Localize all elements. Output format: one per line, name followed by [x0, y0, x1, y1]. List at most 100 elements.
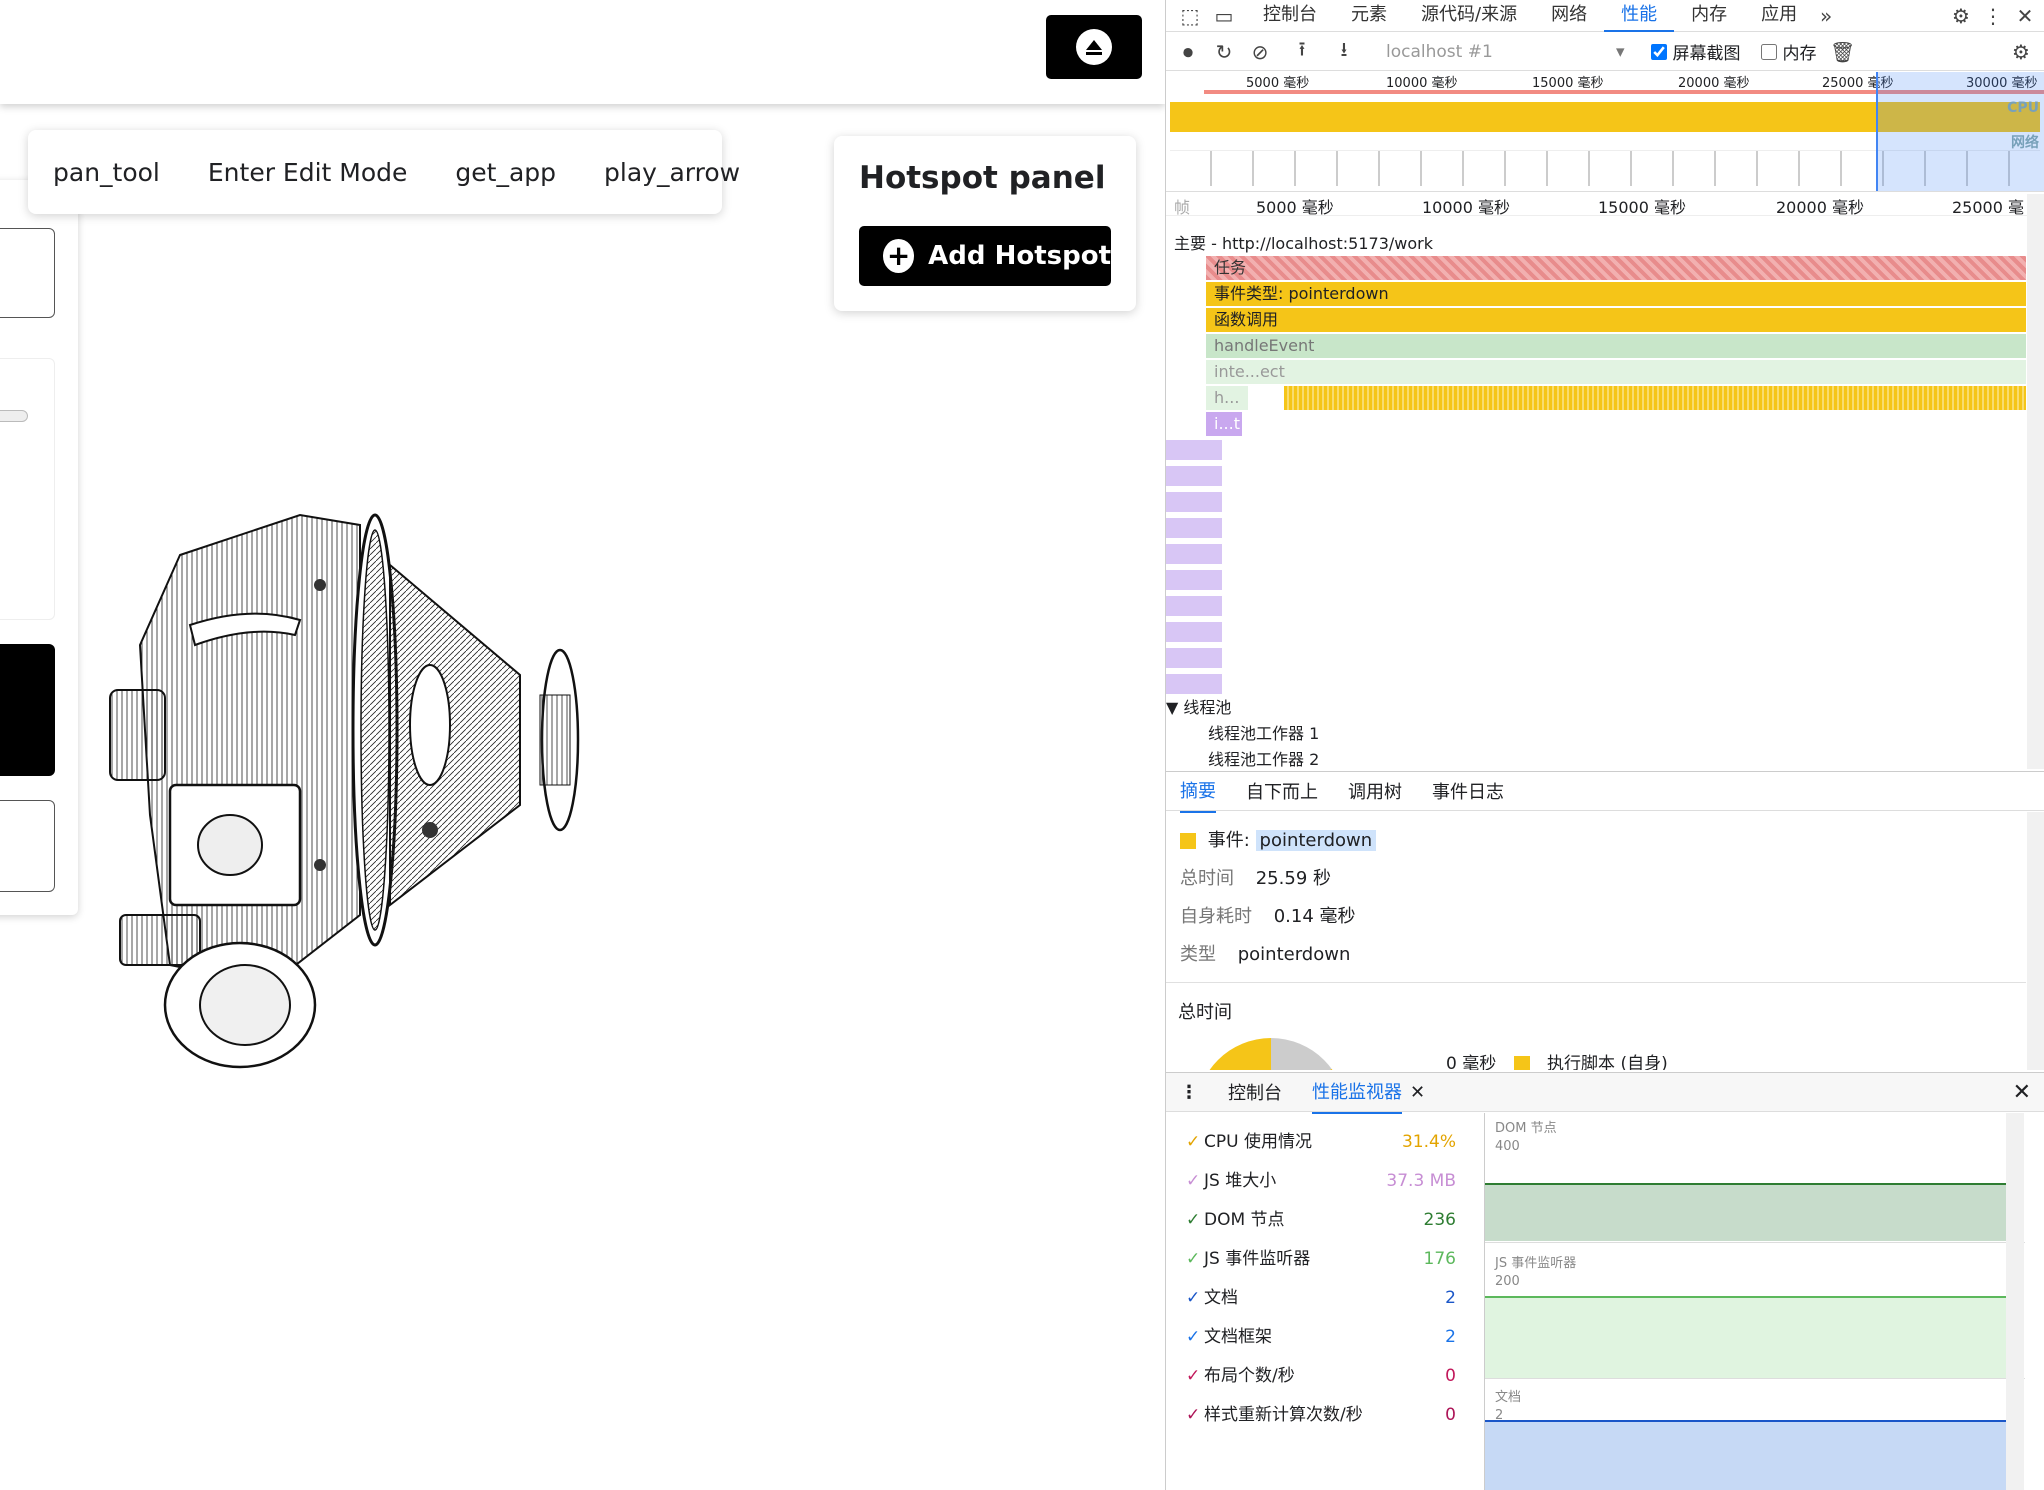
clear-icon[interactable]: ⊘ — [1248, 40, 1272, 64]
target-select[interactable]: localhost #1 — [1386, 42, 1616, 62]
pan-tool-button[interactable]: pan_tool — [53, 158, 160, 187]
h-bar[interactable]: h... — [1206, 386, 1248, 410]
chevron-down-icon[interactable]: ▾ — [1616, 42, 1625, 62]
documents-graph: 文档 2 1 — [1485, 1380, 2025, 1490]
tab-network[interactable]: 网络 — [1534, 0, 1604, 32]
flame-chart[interactable]: 帧 5000 毫秒 10000 毫秒 15000 毫秒 20000 毫秒 250… — [1166, 194, 2044, 769]
metric-dom-nodes[interactable]: ✓ DOM 节点 236 — [1186, 1205, 1456, 1235]
tab-elements[interactable]: 元素 — [1334, 0, 1404, 32]
overview-tick: 5000 毫秒 — [1246, 76, 1310, 91]
function-call-bar[interactable]: 函数调用 — [1206, 308, 2026, 332]
pie-chart — [1196, 1038, 1346, 1070]
divider — [1166, 982, 2026, 983]
panel-outline-button[interactable] — [0, 800, 55, 892]
screenshot-label: 屏幕截图 — [1672, 44, 1741, 64]
event-bar[interactable]: 事件类型: pointerdown — [1206, 282, 2026, 306]
record-icon[interactable]: ⏺ — [1176, 40, 1200, 64]
screenshot-checkbox[interactable] — [1650, 43, 1667, 60]
handle-event-bar[interactable]: handleEvent — [1206, 334, 2026, 358]
js-listeners-graph: JS 事件监听器 200 100 — [1485, 1244, 2025, 1379]
task-bar[interactable]: 任务 — [1206, 256, 2026, 280]
tab-application[interactable]: 应用 — [1744, 0, 1814, 32]
metric-documents[interactable]: ✓ 文档 2 — [1186, 1283, 1456, 1313]
timeline-tick: 15000 毫秒 — [1598, 198, 1686, 217]
settings-icon[interactable]: ⚙ — [1949, 4, 1973, 28]
panel-slider[interactable] — [0, 410, 28, 422]
metric-layouts[interactable]: ✓ 布局个数/秒 0 — [1186, 1361, 1456, 1391]
event-value: pointerdown — [1255, 830, 1377, 851]
threadpool-label[interactable]: ▼ 线程池 — [1166, 694, 1231, 718]
main-thread-label[interactable]: 主要 - http://localhost:5173/work — [1174, 230, 1433, 254]
metric-js-listeners[interactable]: ✓ JS 事件监听器 176 — [1186, 1244, 1456, 1274]
drawer-tab-console[interactable]: 控制台 — [1228, 1079, 1282, 1105]
tab-console[interactable]: 控制台 — [1246, 0, 1334, 32]
timeline-tick: 25000 毫 — [1952, 198, 2024, 217]
intersect-bar[interactable]: inte...ect — [1206, 360, 2026, 384]
edit-mode-button[interactable]: Enter Edit Mode — [208, 158, 408, 187]
hotspot-panel-title: Hotspot panel — [859, 160, 1106, 196]
metric-style-recalcs[interactable]: ✓ 样式重新计算次数/秒 0 — [1186, 1400, 1456, 1430]
timeline-overview[interactable]: 5000 毫秒 10000 毫秒 15000 毫秒 20000 毫秒 25000… — [1166, 72, 2044, 192]
performance-toolbar: ⏺ ↻ ⊘ ⭱ ⭳ localhost #1 ▾ 屏幕截图 内存 🗑 ⚙ — [1166, 33, 2044, 71]
i-t-bar[interactable]: i...t — [1206, 412, 1242, 436]
timeline-tick: 5000 毫秒 — [1256, 198, 1334, 217]
upload-icon[interactable]: ⭱ — [1290, 37, 1314, 64]
panel-box[interactable] — [0, 228, 55, 318]
devtools-panel: ⬚ ▭ 控制台 元素 源代码/来源 网络 性能 内存 应用 » ⚙ ⋮ ✕ ⏺ … — [1165, 0, 2044, 1490]
summary-scrollbar[interactable] — [2027, 812, 2044, 1070]
memory-checkbox[interactable] — [1760, 43, 1777, 60]
download-icon[interactable]: ⭳ — [1332, 37, 1356, 64]
metric-frames[interactable]: ✓ 文档框架 2 — [1186, 1322, 1456, 1352]
tab-summary[interactable]: 摘要 — [1180, 769, 1216, 813]
timeline-tick: 10000 毫秒 — [1422, 198, 1510, 217]
script-activity-bars[interactable] — [1284, 386, 2026, 410]
download-button[interactable]: get_app — [455, 158, 556, 187]
add-hotspot-label: Add Hotspot — [928, 241, 1111, 271]
monitor-graphs: DOM 节点 400 200 JS 事件监听器 200 100 文档 2 1 — [1484, 1113, 2025, 1490]
more-tabs-icon[interactable]: » — [1814, 4, 1838, 28]
app-header — [0, 0, 1165, 104]
total-time-heading: 总时间 — [1178, 1002, 1232, 1023]
header-action-button[interactable] — [1046, 15, 1142, 79]
tab-sources[interactable]: 源代码/来源 — [1404, 0, 1534, 32]
devtools-tabbar: ⬚ ▭ 控制台 元素 源代码/来源 网络 性能 内存 应用 » ⚙ ⋮ ✕ — [1166, 0, 2044, 32]
overview-tick: 15000 毫秒 — [1532, 76, 1604, 91]
metric-js-heap[interactable]: ✓ JS 堆大小 37.3 MB — [1186, 1166, 1456, 1196]
more-menu-icon[interactable]: ⋮ — [1981, 4, 2005, 28]
monitor-scrollbar[interactable] — [2006, 1113, 2024, 1490]
pie-legend-row: 0 毫秒 执行脚本 (自身) — [1446, 1054, 1668, 1070]
tab-call-tree[interactable]: 调用树 — [1348, 778, 1402, 804]
close-icon[interactable]: ✕ — [2013, 4, 2037, 28]
metric-cpu[interactable]: ✓ CPU 使用情况 31.4% — [1186, 1127, 1456, 1157]
drawer-menu-icon[interactable]: ⋮ — [1180, 1082, 1198, 1103]
overview-tick: 20000 毫秒 — [1678, 76, 1750, 91]
close-tab-icon[interactable]: ✕ — [1410, 1082, 1425, 1103]
trash-icon[interactable]: 🗑 — [1830, 40, 1855, 64]
inspect-icon[interactable]: ⬚ — [1178, 4, 1202, 28]
selection-window[interactable] — [1876, 72, 2044, 191]
play-button[interactable]: play_arrow — [604, 158, 740, 187]
tab-event-log[interactable]: 事件日志 — [1432, 778, 1504, 804]
type-row: 类型 pointerdown — [1180, 944, 1351, 965]
3d-gearbox-model[interactable] — [100, 495, 600, 1075]
threadpool-worker-1[interactable]: 线程池工作器 1 — [1208, 720, 1319, 744]
dom-nodes-graph: DOM 节点 400 200 — [1485, 1113, 2025, 1243]
event-color-swatch — [1180, 833, 1196, 849]
event-title: 事件: pointerdown — [1180, 826, 1377, 852]
capture-settings-icon[interactable]: ⚙ — [2009, 40, 2033, 64]
close-drawer-icon[interactable]: ✕ — [2013, 1080, 2031, 1105]
drawer-tab-performance-monitor[interactable]: 性能监视器 — [1312, 1070, 1402, 1114]
tab-bottom-up[interactable]: 自下而上 — [1246, 778, 1318, 804]
add-hotspot-button[interactable]: + Add Hotspot — [859, 226, 1111, 286]
reload-record-icon[interactable]: ↻ — [1212, 40, 1236, 64]
threadpool-worker-2[interactable]: 线程池工作器 2 — [1208, 746, 1319, 769]
memory-label: 内存 — [1782, 44, 1817, 64]
tab-performance[interactable]: 性能 — [1604, 0, 1675, 32]
performance-monitor: ✓ CPU 使用情况 31.4% ✓ JS 堆大小 37.3 MB ✓ DOM 节点 236… — [1166, 1113, 2044, 1490]
tab-memory[interactable]: 内存 — [1674, 0, 1744, 32]
summary-pane: 事件: pointerdown 总时间 25.59 秒 自身耗时 0.14 毫秒… — [1166, 812, 2044, 1070]
device-toggle-icon[interactable]: ▭ — [1212, 4, 1236, 28]
drawer-tabbar: ⋮ 控制台 性能监视器 ✕ ✕ — [1166, 1070, 2044, 1114]
flame-scrollbar[interactable] — [2027, 194, 2044, 769]
panel-black-button[interactable] — [0, 644, 55, 776]
